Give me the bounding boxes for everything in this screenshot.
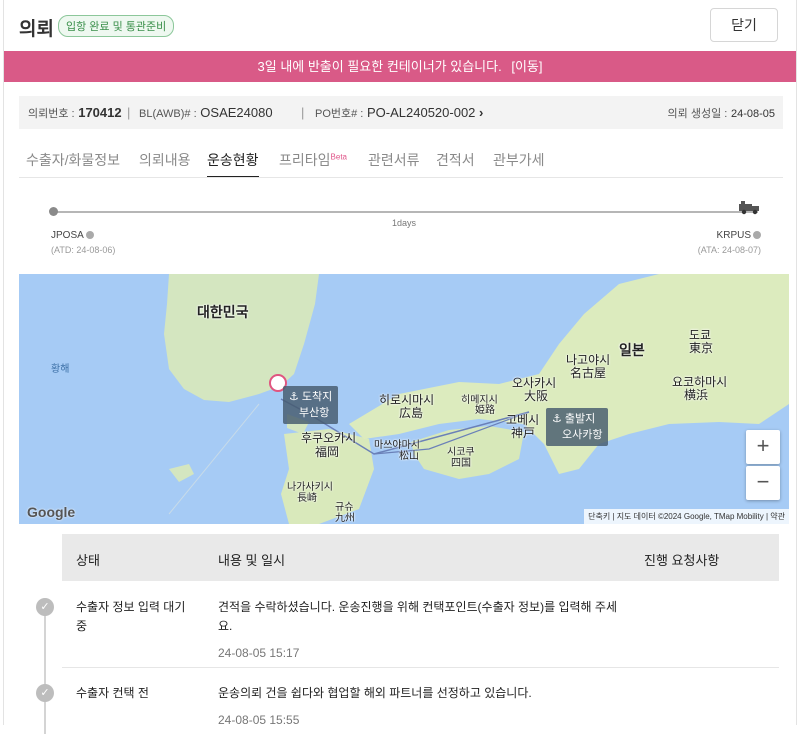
tab-free-time-label: 프리타임 [279, 152, 331, 168]
map-label-hiroshima-jp: 広島 [399, 406, 424, 420]
divider: | [127, 105, 131, 120]
map-attribution[interactable]: 단축키 | 지도 데이터 ©2024 Google, TMap Mobility… [584, 509, 789, 524]
map-label-matsuyama-jp: 松山 [399, 451, 419, 462]
divider: | [301, 105, 305, 120]
map-label-yellow-sea: 황해 [51, 364, 70, 375]
po-label: PO번호# : [315, 108, 364, 120]
origin-dot [49, 207, 58, 216]
request-no: 의뢰번호 : 170412 [28, 105, 122, 121]
origin-date: (ATD: 24-08-06) [51, 245, 116, 255]
po-value: PO-AL240520-002 [367, 105, 476, 120]
duration-label: 1days [391, 218, 417, 228]
created-label: 의뢰 생성일 : [667, 108, 728, 120]
zoom-in-button[interactable]: + [746, 430, 780, 464]
map-label-tokyo-jp: 東京 [689, 341, 714, 355]
map-label-yokohama-jp: 横浜 [684, 388, 709, 402]
created-date: 의뢰 생성일 : 24-08-05 [668, 105, 775, 121]
alert-message: 3일 내에 반출이 필요한 컨테이너가 있습니다. [257, 59, 502, 74]
container-alert-banner: 3일 내에 반출이 필요한 컨테이너가 있습니다. [이동] [4, 51, 796, 82]
row-content-text: 운송의뢰 건을 쉽다와 협업할 해외 파트너를 선정하고 있습니다. [218, 686, 532, 700]
map-label-nagasaki-jp: 長崎 [297, 493, 317, 504]
row-divider [62, 667, 779, 668]
row-status: 수출자 정보 입력 대기중 [76, 600, 186, 633]
destination-code: KRPUS [716, 230, 751, 241]
tab-transport-status[interactable]: 운송현황 [207, 150, 259, 178]
origin-code: JPOSA [51, 230, 84, 241]
tab-request-content[interactable]: 의뢰내용 [139, 150, 191, 170]
map-label-shikoku-jp: 四国 [451, 458, 471, 469]
progress-track [52, 211, 758, 213]
zoom-out-button[interactable]: − [746, 466, 780, 500]
tab-free-time[interactable]: 프리타임Beta [279, 150, 347, 170]
header-content: 내용 및 일시 [218, 553, 286, 568]
destination-marker-port: 부산항 [299, 407, 330, 419]
check-icon: ✓ [36, 598, 54, 616]
tab-documents[interactable]: 관련서류 [368, 150, 420, 170]
beta-badge: Beta [330, 152, 347, 162]
truck-icon [739, 201, 759, 215]
tab-customs-tax[interactable]: 관부가세 [493, 150, 545, 170]
destination-date: (ATA: 24-08-07) [697, 245, 761, 255]
close-button[interactable]: 닫기 [710, 8, 778, 42]
check-icon: ✓ [36, 684, 54, 702]
map-label-korea: 대한민국 [197, 304, 249, 320]
row-time: 24-08-05 15:55 [218, 713, 300, 727]
request-no-value: 170412 [78, 105, 122, 120]
row-time: 24-08-05 15:17 [218, 646, 300, 660]
row-content: 견적을 수락하셨습니다. 운송진행을 위해 컨택포인트(수출자 정보)를 입력해… [218, 598, 618, 663]
panel-header: 의뢰 입항 완료 및 통관준비 닫기 [4, 0, 796, 50]
info-icon[interactable] [753, 231, 761, 240]
alert-move-link[interactable]: [이동] [511, 59, 542, 74]
map-label-japan: 일본 [619, 342, 645, 358]
bl-value: OSAE24080 [200, 105, 273, 120]
map-label-fukuoka-jp: 福岡 [315, 445, 340, 459]
status-table: 상태 내용 및 일시 진행 요청사항 ✓ 수출자 정보 입력 대기중 견적을 수… [36, 534, 779, 734]
google-logo: Google [27, 504, 76, 520]
origin-marker-port: 오사카항 [562, 429, 603, 441]
tab-quote[interactable]: 견적서 [436, 150, 475, 170]
status-badge: 입항 완료 및 통관준비 [58, 15, 175, 37]
destination-marker-label: 도착지 [301, 391, 333, 403]
map-label-fukuoka: 후쿠오카시 [301, 431, 357, 445]
header-requests: 진행 요청사항 [644, 553, 720, 568]
tracking-timeline: 1days JPOSA (ATD: 24-08-06) KRPUS (ATA: … [19, 178, 783, 274]
page-title: 의뢰 [19, 19, 54, 40]
row-content: 운송의뢰 건을 쉽다와 협업할 해외 파트너를 선정하고 있습니다. 24-08… [218, 684, 618, 730]
origin-marker-label: 출발지 [564, 413, 596, 425]
info-icon[interactable] [85, 231, 94, 240]
map-label-osaka-jp: 大阪 [524, 389, 549, 403]
map-label-nagoya-jp: 名古屋 [570, 366, 607, 380]
tab-exporter-cargo[interactable]: 수출자/화물정보 [26, 150, 120, 170]
header-status: 상태 [76, 553, 100, 568]
request-info-bar: 의뢰번호 : 170412 | BL(AWB)# : OSAE24080 | P… [19, 96, 783, 129]
map-label-kyushu-jp: 九州 [335, 513, 355, 524]
created-value: 24-08-05 [730, 108, 775, 120]
row-status: 수출자 컨택 전 [76, 686, 149, 700]
route-map[interactable]: 대한민국 황해 히로시마시 広島 후쿠오카시 福岡 나가사키시 長崎 규슈 九州… [19, 274, 789, 524]
table-header: 상태 내용 및 일시 진행 요청사항 [62, 534, 779, 581]
po-number[interactable]: PO번호# : PO-AL240520-002 › [315, 105, 483, 121]
chevron-right-icon[interactable]: › [479, 105, 483, 120]
request-no-label: 의뢰번호 : [28, 108, 75, 120]
row-content-text: 견적을 수락하셨습니다. 운송진행을 위해 컨택포인트(수출자 정보)를 입력해… [218, 600, 617, 633]
bl-number: BL(AWB)# : OSAE24080 [139, 105, 273, 120]
map-label-kobe-jp: 神戸 [511, 426, 536, 440]
origin-map-marker[interactable]: ⚓ 출발지 오사카항 [546, 408, 609, 446]
destination-port: KRPUS (ATA: 24-08-07) [698, 230, 761, 255]
origin-port: JPOSA (ATD: 24-08-06) [51, 230, 115, 255]
timeline-connector [44, 604, 46, 734]
bl-label: BL(AWB)# : [139, 108, 197, 120]
destination-map-marker[interactable]: ⚓ 도착지 부산항 [283, 386, 339, 424]
request-panel: 의뢰 입항 완료 및 통관준비 닫기 3일 내에 반출이 필요한 컨테이너가 있… [3, 0, 797, 734]
map-label-himeji-jp: 姫路 [475, 405, 495, 416]
